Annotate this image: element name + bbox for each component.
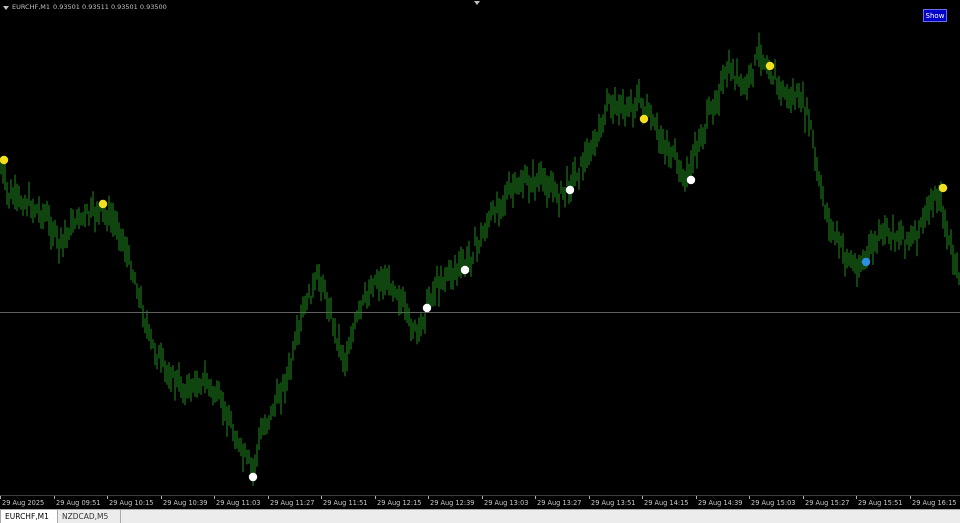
time-axis-label: 29 Aug 2025 <box>2 499 45 507</box>
time-axis-tick <box>856 496 857 499</box>
tab-nzdcad-m5[interactable]: NZDCAD,M5 <box>58 510 121 523</box>
time-axis-tick <box>589 496 590 499</box>
candles <box>0 32 960 486</box>
time-axis-tick <box>0 496 1 499</box>
time-axis-label: 29 Aug 16:15 <box>912 499 957 507</box>
time-axis-tick <box>375 496 376 499</box>
signal-marker-yellow <box>938 183 948 193</box>
time-axis-label: 29 Aug 09:51 <box>56 499 101 507</box>
time-axis-label: 29 Aug 12:39 <box>430 499 475 507</box>
time-axis-label: 29 Aug 13:27 <box>537 499 582 507</box>
chart-canvas[interactable] <box>0 0 960 495</box>
signal-marker-yellow <box>98 199 108 209</box>
signal-marker-white <box>460 265 470 275</box>
dropdown-arrow-icon[interactable] <box>3 5 9 10</box>
time-axis-tick <box>910 496 911 499</box>
signal-marker-white <box>686 175 696 185</box>
time-axis-tick <box>428 496 429 499</box>
signal-marker-white <box>422 303 432 313</box>
time-axis-tick <box>54 496 55 499</box>
time-axis-label: 29 Aug 10:15 <box>109 499 154 507</box>
time-axis-label: 29 Aug 14:15 <box>644 499 689 507</box>
trading-terminal: EURCHF,M1 0.93501 0.93511 0.93501 0.9350… <box>0 0 960 523</box>
time-axis-tick <box>642 496 643 499</box>
time-axis-tick <box>749 496 750 499</box>
time-axis-tick <box>803 496 804 499</box>
signal-marker-white <box>248 472 258 482</box>
time-axis-tick <box>268 496 269 499</box>
signal-marker-yellow <box>0 155 9 165</box>
time-axis-tick <box>107 496 108 499</box>
time-axis-label: 29 Aug 14:39 <box>698 499 743 507</box>
time-axis-label: 29 Aug 11:51 <box>323 499 368 507</box>
time-axis-label: 29 Aug 15:27 <box>805 499 850 507</box>
time-axis-label: 29 Aug 11:27 <box>270 499 315 507</box>
signal-marker-yellow <box>639 114 649 124</box>
time-axis-tick <box>696 496 697 499</box>
tab-eurchf-m1[interactable]: EURCHF,M1 <box>0 510 58 523</box>
time-axis-tick <box>214 496 215 499</box>
signal-marker-yellow <box>765 61 775 71</box>
ohlc-quote: 0.93501 0.93511 0.93501 0.93500 <box>53 3 167 11</box>
price-chart[interactable]: EURCHF,M1 0.93501 0.93511 0.93501 0.9350… <box>0 0 960 495</box>
signal-marker-white <box>565 185 575 195</box>
time-axis-tick <box>161 496 162 499</box>
time-axis-label: 29 Aug 10:39 <box>163 499 208 507</box>
show-button[interactable]: Show <box>923 9 947 22</box>
chart-tabs: EURCHF,M1 NZDCAD,M5 <box>0 509 960 523</box>
time-axis-label: 29 Aug 13:03 <box>484 499 529 507</box>
symbol-header: EURCHF,M1 0.93501 0.93511 0.93501 0.9350… <box>3 2 167 13</box>
time-axis-tick <box>321 496 322 499</box>
time-axis-label: 29 Aug 15:03 <box>751 499 796 507</box>
time-axis: 29 Aug 2025 29 Aug 09:51 29 Aug 10:15 29 Au… <box>0 495 960 509</box>
time-axis-label: 29 Aug 12:15 <box>377 499 422 507</box>
time-axis-tick <box>535 496 536 499</box>
time-axis-label: 29 Aug 13:51 <box>591 499 636 507</box>
signal-marker-blue <box>861 257 871 267</box>
chart-shift-marker-icon[interactable] <box>474 1 480 5</box>
time-axis-label: 29 Aug 15:51 <box>858 499 903 507</box>
time-axis-tick <box>482 496 483 499</box>
time-axis-label: 29 Aug 11:03 <box>216 499 261 507</box>
symbol-label: EURCHF,M1 <box>12 3 51 11</box>
